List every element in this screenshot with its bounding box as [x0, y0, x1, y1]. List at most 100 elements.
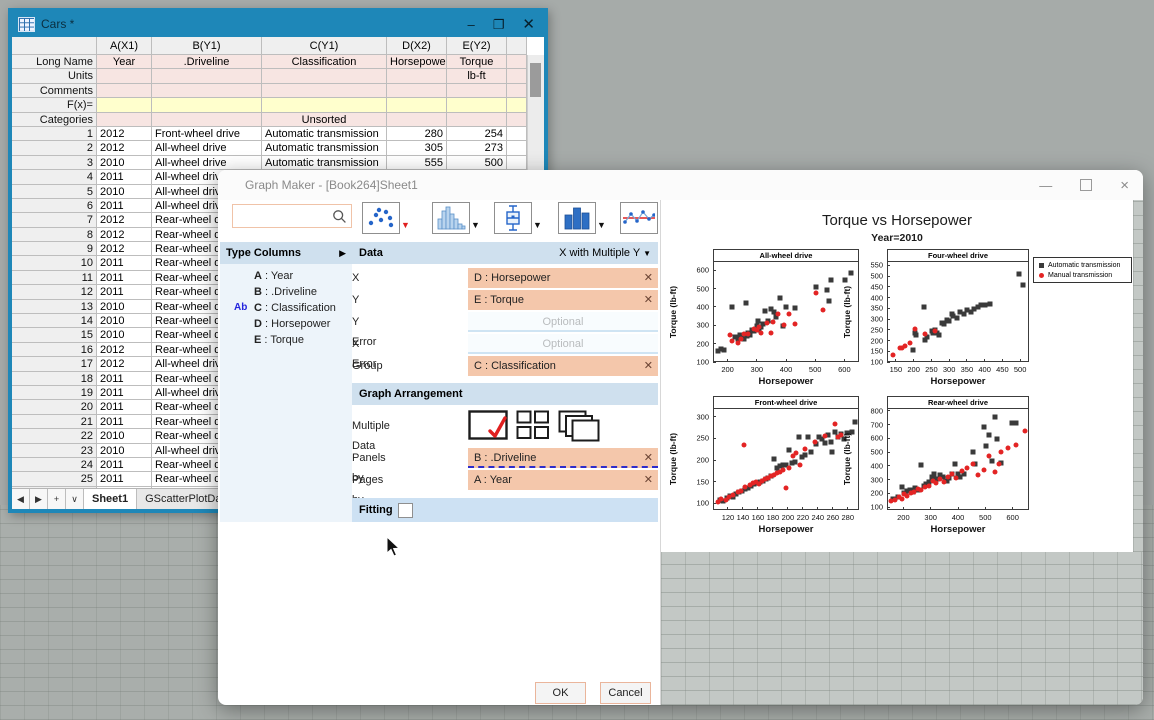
sheet-nav-button[interactable]: + — [48, 489, 66, 509]
row-number[interactable]: 9 — [12, 242, 97, 256]
row-number[interactable]: 25 — [12, 472, 97, 486]
spreadsheet-cell[interactable]: 2011 — [97, 170, 152, 184]
meta-cell[interactable] — [152, 84, 262, 98]
spreadsheet-cell[interactable]: 2012 — [97, 228, 152, 242]
meta-cell[interactable] — [97, 69, 152, 83]
column-header[interactable]: A(X1) — [97, 37, 152, 55]
row-label[interactable]: Comments — [12, 84, 97, 98]
column-header[interactable]: E(Y2) — [447, 37, 507, 55]
plot-mode-dropdown[interactable]: X with Multiple Y ▼ — [559, 247, 651, 259]
row-number[interactable]: 20 — [12, 400, 97, 414]
column-header[interactable]: D(X2) — [387, 37, 447, 55]
worksheet-titlebar[interactable]: Cars * – ❐ ✕ — [11, 11, 545, 37]
remove-panels-by-icon[interactable]: ✕ — [644, 448, 653, 468]
dialog-maximize-icon[interactable] — [1080, 179, 1092, 191]
spreadsheet-cell[interactable]: 254 — [447, 127, 507, 141]
sheet-nav-button[interactable]: ∨ — [66, 489, 84, 509]
row-label[interactable]: Long Name — [12, 55, 97, 69]
spreadsheet-cell[interactable]: 2011 — [97, 386, 152, 400]
column-header[interactable]: C(Y1) — [262, 37, 387, 55]
row-number[interactable]: 19 — [12, 386, 97, 400]
row-label[interactable]: Categories — [12, 113, 97, 127]
spreadsheet-cell[interactable]: 2010 — [97, 185, 152, 199]
spreadsheet-cell[interactable]: 2011 — [97, 271, 152, 285]
dialog-titlebar[interactable]: Graph Maker - [Book264]Sheet1 — × — [218, 170, 1143, 200]
column-header[interactable]: B(Y1) — [152, 37, 262, 55]
column-dropdown-arrow[interactable]: ▼ — [597, 220, 606, 230]
sheet-nav-button[interactable]: ▶ — [30, 489, 48, 509]
row-number[interactable]: 13 — [12, 300, 97, 314]
spreadsheet-cell[interactable]: All-wheel drive — [152, 141, 262, 155]
meta-cell[interactable]: Torque — [447, 55, 507, 69]
field-y-error[interactable]: Optional — [468, 312, 658, 332]
row-number[interactable]: 17 — [12, 357, 97, 371]
spreadsheet-cell[interactable]: Automatic transmission — [262, 127, 387, 141]
row-number[interactable]: 24 — [12, 458, 97, 472]
row-label[interactable]: F(x)= — [12, 98, 97, 112]
meta-cell[interactable]: lb-ft — [447, 69, 507, 83]
meta-cell[interactable] — [152, 69, 262, 83]
meta-cell[interactable] — [152, 113, 262, 127]
spreadsheet-cell[interactable]: 2011 — [97, 372, 152, 386]
multiple-data-panels-option[interactable] — [516, 410, 550, 440]
plot-type-boxplot-button[interactable] — [494, 202, 532, 234]
scatter-dropdown-arrow[interactable]: ▼ — [401, 220, 410, 230]
cancel-button[interactable]: Cancel — [600, 682, 651, 704]
spreadsheet-cell[interactable]: 2010 — [97, 429, 152, 443]
meta-cell[interactable] — [387, 98, 447, 112]
spreadsheet-cell[interactable]: 2011 — [97, 199, 152, 213]
sheet-nav-button[interactable]: ◀ — [12, 489, 30, 509]
plot-type-scatter-button[interactable] — [362, 202, 400, 234]
meta-cell[interactable] — [97, 98, 152, 112]
meta-cell[interactable] — [447, 84, 507, 98]
meta-cell[interactable] — [97, 113, 152, 127]
worksheet-minimize-icon[interactable]: – — [468, 18, 475, 31]
field-y[interactable]: E : Torque✕ — [468, 290, 658, 310]
row-number[interactable]: 1 — [12, 127, 97, 141]
row-number[interactable]: 21 — [12, 415, 97, 429]
remove-pages-by-icon[interactable]: ✕ — [644, 470, 653, 490]
histogram-dropdown-arrow[interactable]: ▼ — [471, 220, 480, 230]
row-number[interactable]: 22 — [12, 429, 97, 443]
meta-cell[interactable] — [97, 84, 152, 98]
row-number[interactable]: 14 — [12, 314, 97, 328]
spreadsheet-cell[interactable]: 2012 — [97, 127, 152, 141]
row-number[interactable]: 4 — [12, 170, 97, 184]
row-number[interactable]: 16 — [12, 343, 97, 357]
sheet-tab-sheet1[interactable]: Sheet1 — [84, 489, 137, 509]
type-columns-header[interactable]: Type Columns ▶ — [220, 242, 352, 264]
row-number[interactable]: 18 — [12, 372, 97, 386]
spreadsheet-cell[interactable]: 2010 — [97, 328, 152, 342]
spreadsheet-cell[interactable]: 280 — [387, 127, 447, 141]
spreadsheet-cell[interactable]: 2011 — [97, 458, 152, 472]
meta-cell[interactable] — [387, 69, 447, 83]
spreadsheet-cell[interactable]: 273 — [447, 141, 507, 155]
spreadsheet-cell[interactable]: 2010 — [97, 300, 152, 314]
spreadsheet-cell[interactable]: All-wheel drive — [152, 156, 262, 170]
meta-cell[interactable] — [387, 84, 447, 98]
row-number[interactable]: 2 — [12, 141, 97, 155]
meta-cell[interactable] — [387, 113, 447, 127]
row-number[interactable]: 7 — [12, 213, 97, 227]
spreadsheet-cell[interactable]: 2011 — [97, 400, 152, 414]
dialog-minimize-icon[interactable]: — — [1039, 178, 1052, 193]
spreadsheet-cell[interactable]: 2011 — [97, 285, 152, 299]
spreadsheet-cell[interactable]: 2012 — [97, 141, 152, 155]
remove-field-icon[interactable]: ✕ — [644, 290, 653, 310]
remove-field-icon[interactable]: ✕ — [644, 356, 653, 376]
meta-cell[interactable]: Year — [97, 55, 152, 69]
pages-by-field[interactable]: A : Year ✕ — [468, 470, 658, 490]
spreadsheet-cell[interactable]: 2011 — [97, 256, 152, 270]
plot-type-control-chart-button[interactable] — [620, 202, 658, 234]
row-number[interactable]: 6 — [12, 199, 97, 213]
spreadsheet-cell[interactable]: 2012 — [97, 213, 152, 227]
spreadsheet-cell[interactable]: 2010 — [97, 444, 152, 458]
plot-type-histogram-button[interactable] — [432, 202, 470, 234]
worksheet-close-icon[interactable]: ✕ — [522, 17, 535, 32]
vscrollbar-thumb[interactable] — [530, 63, 541, 97]
row-label[interactable]: Units — [12, 69, 97, 83]
multiple-data-pages-option[interactable] — [558, 410, 600, 442]
field-x[interactable]: D : Horsepower✕ — [468, 268, 658, 288]
meta-cell[interactable] — [447, 113, 507, 127]
row-number[interactable]: 8 — [12, 228, 97, 242]
